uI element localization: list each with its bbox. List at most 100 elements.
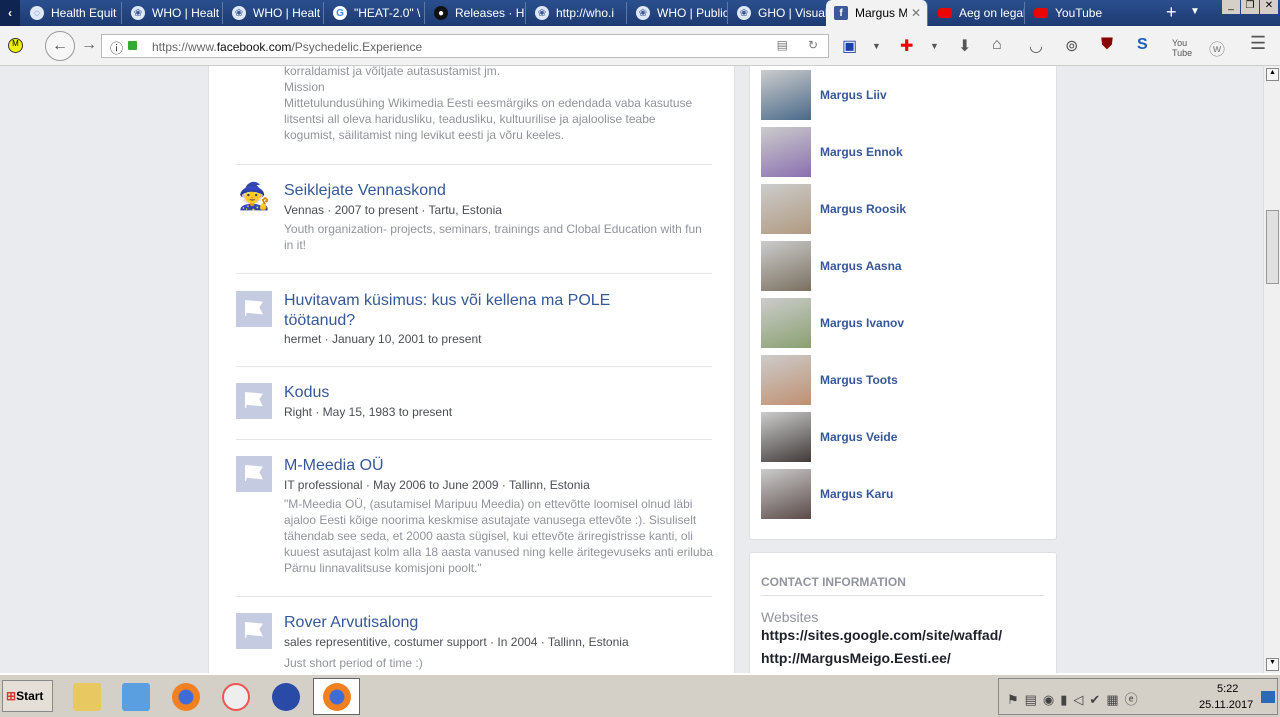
friend-name[interactable]: Margus Toots	[820, 373, 898, 387]
tab[interactable]: ● Releases · H	[426, 2, 526, 24]
info-icon[interactable]: ⓘ	[110, 38, 123, 57]
friend-name[interactable]: Margus Karu	[820, 487, 893, 501]
avatar[interactable]	[761, 184, 811, 234]
first-aid-icon[interactable]: ✚	[900, 36, 913, 56]
minimize-button[interactable]: _	[1222, 0, 1240, 14]
nav-bar: M ← → ⓘ https://www.facebook.com/Psyched…	[0, 26, 1280, 66]
tab[interactable]: ❀ http://who.i	[527, 2, 627, 24]
avatar[interactable]	[761, 241, 811, 291]
tab-scroll-left[interactable]: ‹	[0, 0, 20, 26]
w-icon[interactable]: ⓦ	[1209, 36, 1225, 60]
tab[interactable]: ❀ WHO | Public	[628, 2, 728, 24]
entry-title[interactable]: M-Meedia OÜ	[284, 456, 684, 476]
avatar[interactable]	[761, 127, 811, 177]
tab[interactable]: G "HEAT-2.0" \	[325, 2, 425, 24]
tab[interactable]: ◌ Health Equit	[22, 2, 122, 24]
avatar[interactable]	[761, 70, 811, 120]
forward-button[interactable]: →	[81, 36, 97, 54]
dropdown-icon[interactable]: ▼	[930, 41, 939, 51]
media-player-icon[interactable]	[122, 683, 150, 711]
dropdown-icon[interactable]: ▼	[872, 41, 881, 51]
work-entry: 🧙 Seiklejate Vennaskond Vennas · 2007 to…	[236, 164, 712, 274]
addon-icon[interactable]: M	[8, 38, 23, 53]
youtube-addon-icon[interactable]: You Tube	[1172, 38, 1192, 58]
who-icon: ❀	[535, 6, 549, 20]
back-button[interactable]: ←	[45, 31, 75, 61]
save-icon[interactable]: ▣	[842, 36, 857, 56]
firefox-icon[interactable]	[172, 683, 200, 711]
who-icon: ❀	[636, 6, 650, 20]
friend-name[interactable]: Margus Ivanov	[820, 316, 904, 330]
friend-item[interactable]: Margus Ennok	[761, 127, 903, 177]
friend-item[interactable]: Margus Aasna	[761, 241, 902, 291]
download-icon[interactable]: ⬇	[958, 36, 971, 56]
website-link[interactable]: https://sites.google.com/site/waffad/	[761, 627, 1002, 643]
reload-icon[interactable]: ↻	[808, 38, 818, 52]
entry-title[interactable]: Rover Arvutisalong	[284, 613, 684, 633]
start-button[interactable]: ⊞Start	[2, 680, 53, 712]
avatar[interactable]	[761, 355, 811, 405]
friend-name[interactable]: Margus Liiv	[820, 88, 887, 102]
menu-icon[interactable]: ☰	[1250, 33, 1266, 54]
avatar[interactable]	[761, 298, 811, 348]
website-link[interactable]: http://MargusMeigo.Eesti.ee/	[761, 650, 951, 666]
tab[interactable]: ❀ GHO | Visual	[729, 2, 829, 24]
friend-item[interactable]: Margus Karu	[761, 469, 893, 519]
who-icon: ❀	[232, 6, 246, 20]
url-bar[interactable]: ⓘ https://www.facebook.com/Psychedelic.E…	[101, 34, 829, 58]
organization-logo: 🧙	[238, 181, 271, 211]
scroll-thumb[interactable]	[1266, 210, 1279, 284]
home-icon[interactable]: ⌂	[992, 36, 1002, 54]
scroll-down-icon[interactable]: ▼	[1266, 658, 1279, 671]
tab-list-icon[interactable]: ▼	[1190, 6, 1200, 17]
work-entry: Huvitavam küsimus: kus või kellena ma PO…	[236, 273, 712, 366]
restore-button[interactable]: ❐	[1241, 0, 1259, 14]
reader-view-icon[interactable]: ▤	[777, 38, 788, 52]
friend-name[interactable]: Margus Ennok	[820, 145, 903, 159]
explorer-icon[interactable]	[73, 683, 101, 711]
entry-title[interactable]: Seiklejate Vennaskond	[284, 181, 684, 201]
friend-item[interactable]: Margus Veide	[761, 412, 897, 462]
friend-item[interactable]: Margus Ivanov	[761, 298, 904, 348]
link-icon[interactable]: ⊚	[1065, 36, 1078, 56]
taskbar: ⊞Start ⚑▤◉▮◁✔▦ⓔ 5:22 25.11.2017	[0, 673, 1280, 717]
app-icon[interactable]	[222, 683, 250, 711]
tray-icons[interactable]: ⚑▤◉▮◁✔▦ⓔ	[1007, 689, 1144, 708]
avatar[interactable]	[761, 412, 811, 462]
entry-title[interactable]: Kodus	[284, 383, 684, 403]
tab-active[interactable]: f Margus M ✕	[826, 0, 928, 26]
new-tab-button[interactable]: +	[1166, 2, 1177, 23]
scrollbar[interactable]: ▲ ▼	[1263, 66, 1280, 673]
tab[interactable]: ❀ WHO | Healt	[123, 2, 223, 24]
work-education-section: korraldamist ja võitjate autasustamist j…	[208, 64, 735, 673]
flag-icon	[236, 291, 272, 327]
work-entry: Kodus Right · May 15, 1983 to present	[236, 366, 712, 439]
tab[interactable]: YouTube	[1026, 2, 1136, 24]
ublock-icon[interactable]: ⛊	[1101, 36, 1113, 54]
friend-item[interactable]: Margus Roosik	[761, 184, 906, 234]
avatar[interactable]	[761, 469, 811, 519]
friend-name[interactable]: Margus Aasna	[820, 259, 902, 273]
contact-information: CONTACT INFORMATION Websites https://sit…	[749, 552, 1057, 677]
pocket-icon[interactable]: ◡	[1029, 36, 1043, 56]
friend-item[interactable]: Margus Liiv	[761, 70, 887, 120]
entry-title[interactable]: Huvitavam küsimus: kus või kellena ma PO…	[284, 291, 684, 331]
who-icon: ❀	[737, 6, 751, 20]
s-icon[interactable]: S	[1137, 36, 1148, 54]
youtube-icon	[938, 8, 952, 18]
friend-name[interactable]: Margus Veide	[820, 430, 897, 444]
tab[interactable]: Aeg on legal	[930, 2, 1025, 24]
close-tab-icon[interactable]: ✕	[911, 6, 921, 20]
friends-list: Margus Liiv Margus Ennok Margus Roosik Marg…	[749, 66, 1057, 540]
browser-icon[interactable]	[272, 683, 300, 711]
show-desktop-icon[interactable]	[1261, 691, 1275, 703]
firefox-active-task[interactable]	[313, 678, 360, 715]
scroll-up-icon[interactable]: ▲	[1266, 68, 1279, 81]
windows-logo-icon: ⊞	[6, 689, 17, 703]
friend-item[interactable]: Margus Toots	[761, 355, 898, 405]
flag-icon	[236, 383, 272, 419]
tab[interactable]: ❀ WHO | Healt	[224, 2, 324, 24]
close-window-button[interactable]: ✕	[1260, 0, 1278, 14]
tab-bar: ‹ ◌ Health Equit ❀ WHO | Healt ❀ WHO | Heal…	[0, 0, 1280, 26]
friend-name[interactable]: Margus Roosik	[820, 202, 906, 216]
